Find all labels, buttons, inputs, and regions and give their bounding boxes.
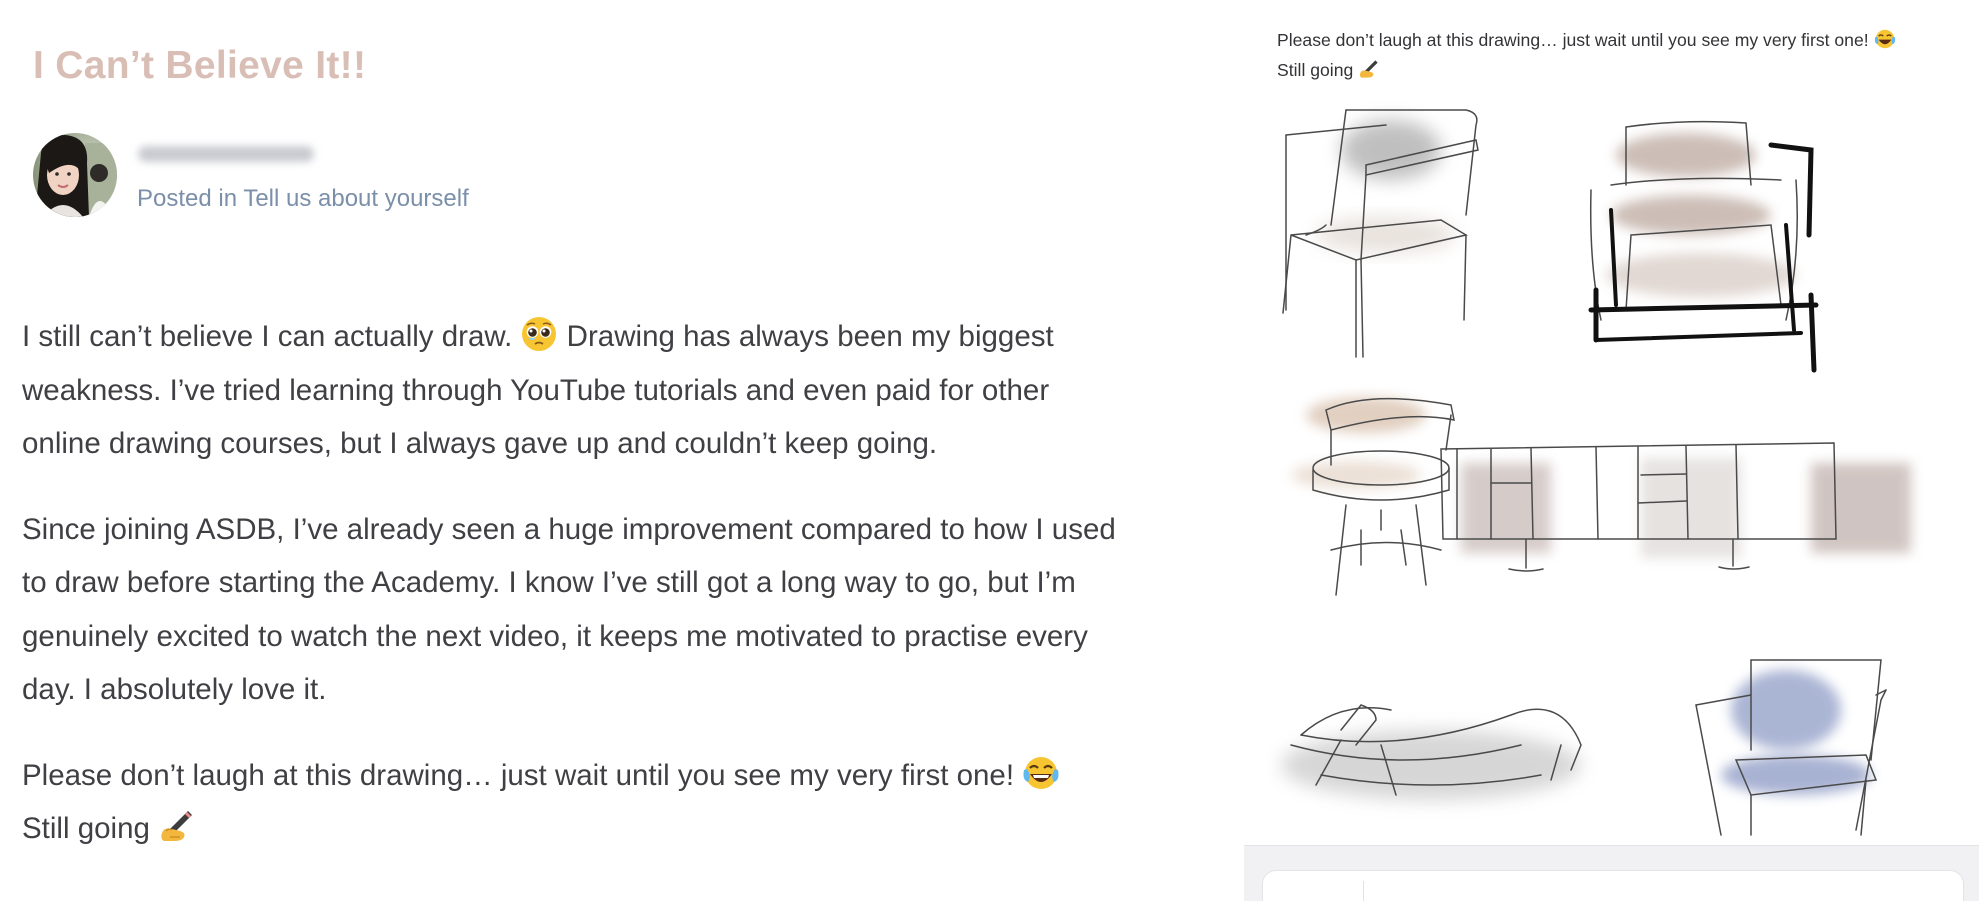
tears-of-joy-icon — [1023, 756, 1059, 789]
posted-in-meta: Posted in Tell us about yourself — [137, 185, 469, 213]
p1-line2: weakness. I’ve tried learning through Yo… — [22, 373, 1050, 407]
writing-hand-icon — [161, 811, 193, 841]
post-panel: I Can’t Believe It!! Posted in Tell us a… — [0, 0, 1244, 901]
writing-hand-icon — [1360, 60, 1378, 78]
p2-line4: day. I absolutely love it. — [22, 673, 327, 706]
post-title: I Can’t Believe It!! — [33, 44, 367, 87]
avatar-photo — [33, 133, 117, 217]
post-paragraph-1: I still can’t believe I can actually dra… — [22, 310, 1244, 471]
p1-line1-a: I still can’t believe I can actually dra… — [22, 320, 513, 353]
sketch-sling-chair — [1282, 109, 1479, 358]
pleading-face-icon — [522, 317, 557, 351]
author-avatar[interactable] — [33, 133, 117, 217]
panel-footer — [1244, 845, 1979, 901]
post-paragraph-2: Since joining ASDB, I’ve already seen a … — [22, 503, 1244, 717]
p3-line2: Still going — [22, 812, 150, 845]
footer-card — [1262, 870, 1964, 901]
sketch-chaise-longue — [1281, 704, 1582, 800]
sketch-sideboard — [1440, 442, 1911, 572]
attachment-caption: Please don’t laugh at this drawing… just… — [1277, 25, 1896, 85]
caption-line1: Please don’t laugh at this drawing… just… — [1277, 30, 1869, 50]
panel-top-edge — [1244, 0, 1979, 5]
p3-line1: Please don’t laugh at this drawing… just… — [22, 758, 1015, 792]
p2-line2: to draw before starting the Academy. I k… — [22, 566, 1076, 599]
posted-in-prefix: Posted in — [137, 185, 238, 212]
footer-separator — [1363, 881, 1364, 901]
p1-line3: online drawing courses, but I always gav… — [22, 427, 938, 460]
p1-line1-b: Drawing has always been my biggest — [566, 320, 1054, 353]
author-name-blurred[interactable] — [126, 137, 326, 171]
sketch-blue-armchair — [1695, 659, 1887, 836]
p2-line3: genuinely excited to watch the next vide… — [22, 619, 1088, 653]
sketch-cube-armchair — [1588, 120, 1819, 373]
tears-of-joy-icon — [1874, 29, 1895, 49]
post-body: I still can’t believe I can actually dra… — [22, 310, 1244, 888]
chair-sketches-image — [1281, 109, 1911, 836]
sketch-swivel-chair — [1291, 397, 1455, 596]
caption-line2: Still going — [1277, 60, 1354, 80]
attachment-image-panel[interactable]: Please don’t laugh at this drawing… just… — [1244, 0, 1979, 901]
post-paragraph-3: Please don’t laugh at this drawing… just… — [22, 749, 1244, 856]
category-link[interactable]: Tell us about yourself — [243, 185, 468, 212]
p2-line1: Since joining ASDB, I’ve already seen a … — [22, 512, 1116, 546]
